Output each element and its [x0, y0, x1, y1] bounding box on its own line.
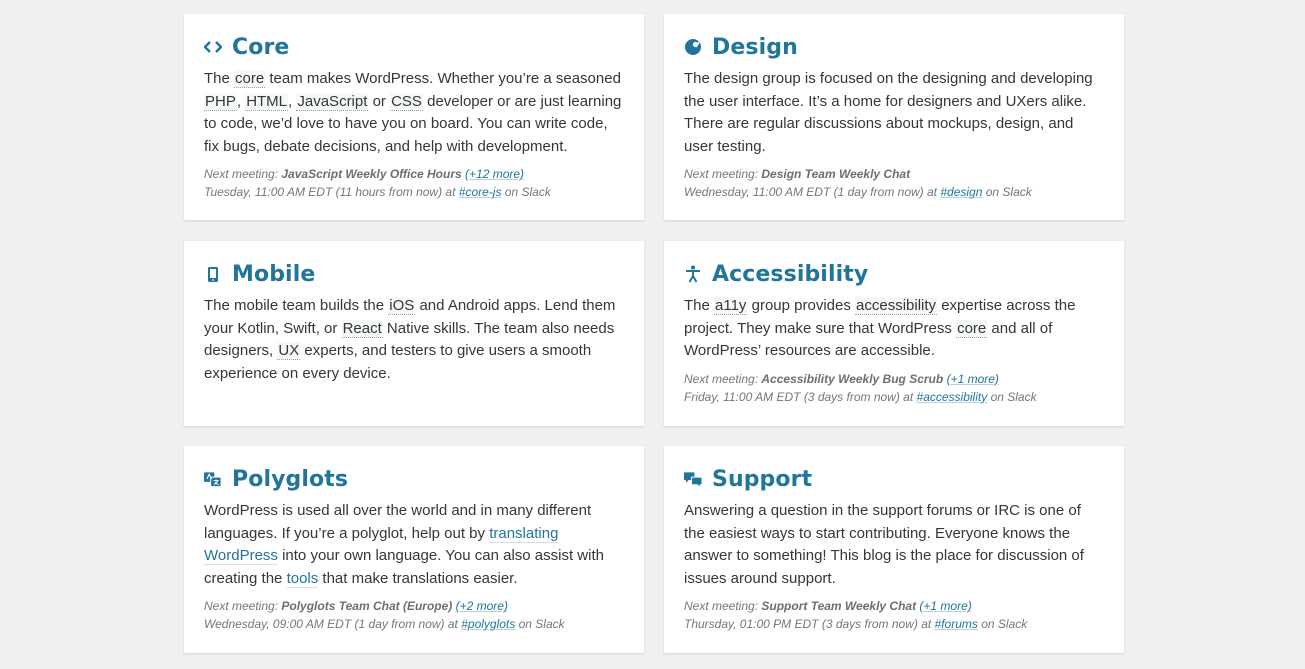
glossary-term[interactable]: HTML: [245, 92, 289, 111]
translation-icon: [204, 470, 222, 488]
universal-access-icon: [684, 265, 702, 283]
card-header: Polyglots: [204, 466, 624, 492]
card-description: WordPress is used all over the world and…: [204, 502, 604, 588]
meeting-name: Accessibility Weekly Bug Scrub: [761, 371, 944, 386]
meeting-name: Design Team Weekly Chat: [761, 167, 911, 182]
card-description: Answering a question in the support foru…: [684, 502, 1084, 587]
glossary-term[interactable]: UX: [277, 342, 301, 361]
glossary-term[interactable]: PHP: [204, 92, 237, 111]
team-card-core: Core The core team makes WordPress. Whet…: [184, 14, 644, 220]
slack-channel-link[interactable]: #accessibility: [917, 390, 988, 404]
glossary-term[interactable]: accessibility: [855, 297, 938, 315]
team-card-polyglots: Polyglots WordPress is used all over the…: [184, 446, 644, 653]
card-description: The design group is focused on the desig…: [684, 70, 1093, 155]
card-description: The core team makes WordPress. Whether y…: [204, 70, 622, 155]
card-header: Design: [684, 34, 1104, 60]
card-description: The a11y group provides accessibility ex…: [684, 297, 1076, 360]
glossary-term[interactable]: React: [341, 319, 383, 338]
tools-link[interactable]: tools: [286, 569, 319, 588]
code-icon: [204, 38, 222, 56]
more-meetings-link[interactable]: (+12 more): [465, 167, 524, 181]
glossary-term[interactable]: iOS: [388, 297, 416, 315]
palette-icon: [684, 38, 702, 56]
slack-channel-link[interactable]: #forums: [935, 617, 978, 631]
card-title[interactable]: Mobile: [232, 262, 315, 287]
glossary-term[interactable]: JavaScript: [296, 92, 369, 111]
card-title[interactable]: Design: [712, 35, 798, 60]
slack-channel-link[interactable]: #core-js: [459, 185, 502, 199]
meeting-name: Support Team Weekly Chat: [761, 599, 917, 614]
slack-channel-link[interactable]: #polyglots: [461, 617, 515, 631]
glossary-term[interactable]: core: [234, 70, 266, 88]
team-card-design: Design The design group is focused on th…: [664, 14, 1124, 220]
smartphone-icon: [204, 265, 222, 283]
next-meeting: Next meeting: Polyglots Team Chat (Europ…: [204, 599, 565, 632]
card-header: Core: [204, 34, 624, 60]
card-header: Mobile: [204, 261, 624, 287]
card-description: The mobile team builds the iOS and Andro…: [204, 297, 616, 382]
card-header: Support: [684, 466, 1104, 492]
card-title[interactable]: Core: [232, 35, 289, 60]
slack-channel-link[interactable]: #design: [940, 185, 982, 199]
card-header: Accessibility: [684, 261, 1104, 287]
next-meeting: Next meeting: JavaScript Weekly Office H…: [204, 167, 551, 200]
team-card-mobile: Mobile The mobile team builds the iOS an…: [184, 241, 644, 426]
glossary-term[interactable]: CSS: [390, 92, 423, 111]
glossary-term[interactable]: core: [956, 319, 988, 338]
team-card-support: Support Answering a question in the supp…: [664, 446, 1124, 653]
team-card-accessibility: Accessibility The a11y group provides ac…: [664, 241, 1124, 426]
card-title[interactable]: Accessibility: [712, 262, 868, 287]
next-meeting: Next meeting: Support Team Weekly Chat (…: [684, 599, 1028, 632]
next-meeting: Next meeting: Accessibility Weekly Bug S…: [684, 371, 1037, 404]
more-meetings-link[interactable]: (+1 more): [919, 599, 971, 613]
more-meetings-link[interactable]: (+1 more): [947, 372, 999, 386]
chat-bubbles-icon: [684, 470, 702, 488]
next-meeting: Next meeting: Design Team Weekly Chat We…: [684, 167, 1032, 200]
glossary-term[interactable]: a11y: [714, 297, 748, 315]
meeting-name: Polyglots Team Chat (Europe): [281, 599, 453, 614]
meeting-name: JavaScript Weekly Office Hours: [281, 167, 462, 182]
more-meetings-link[interactable]: (+2 more): [456, 599, 508, 613]
card-title[interactable]: Support: [712, 467, 812, 492]
card-title[interactable]: Polyglots: [232, 467, 348, 492]
